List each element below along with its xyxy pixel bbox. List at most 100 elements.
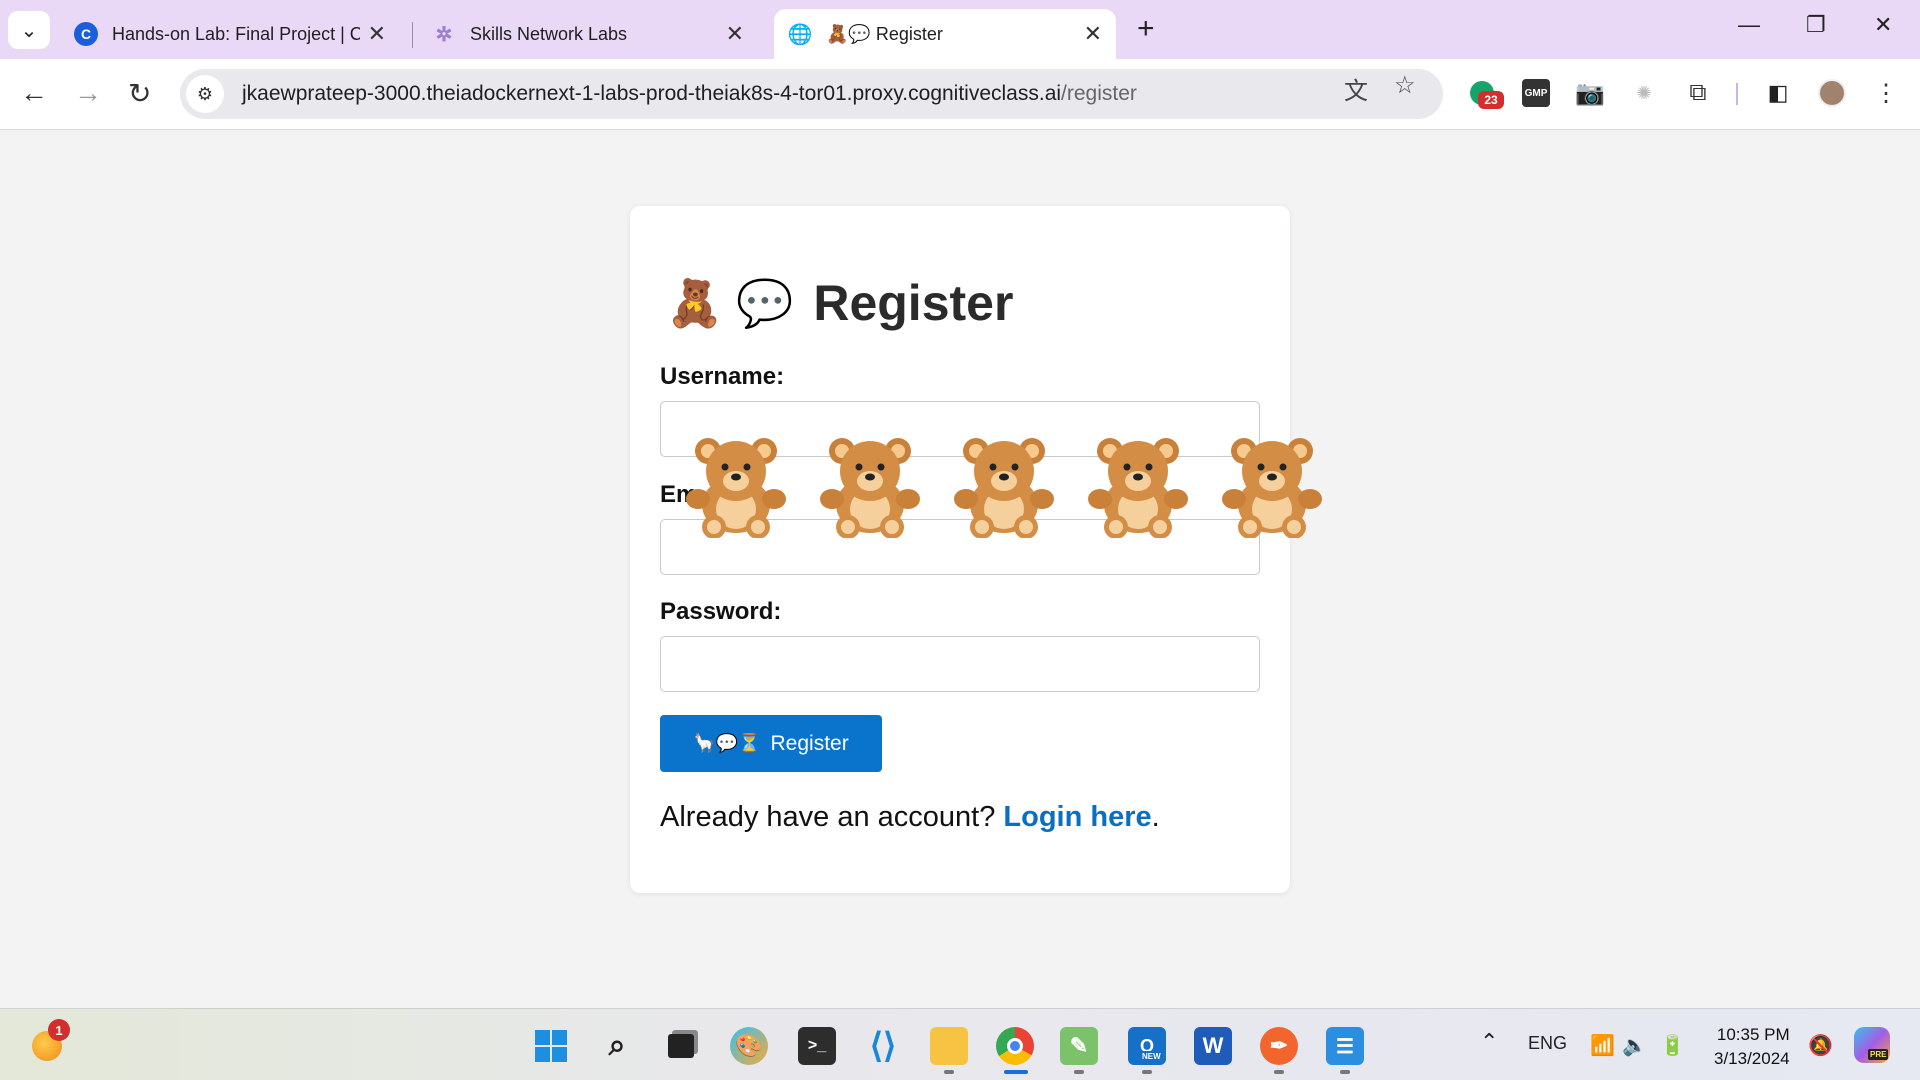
extensions-button[interactable]: ⧉	[1684, 79, 1712, 107]
taskbar-word[interactable]: W	[1194, 1027, 1232, 1065]
outlook-new-badge: NEW	[1140, 1051, 1163, 1062]
register-button-label: Register	[770, 731, 849, 755]
translate-button[interactable]: 文	[1344, 71, 1368, 106]
menu-button[interactable]: ⋮	[1872, 79, 1900, 107]
restore-button[interactable]: ❐	[1806, 12, 1826, 38]
start-button[interactable]	[532, 1027, 570, 1065]
site-info-button[interactable]: ⚙	[186, 75, 224, 113]
teddy-bear-icon	[686, 433, 786, 539]
minimize-icon: —	[1738, 12, 1760, 37]
task-view-button[interactable]	[662, 1027, 700, 1065]
search-button[interactable]: ⌕	[598, 1027, 636, 1065]
close-icon[interactable]: ✕	[368, 21, 386, 47]
close-icon[interactable]: ✕	[726, 21, 744, 47]
login-link[interactable]: Login here	[1003, 801, 1151, 833]
llama-chat-icon: 🦙💬⏳	[693, 733, 761, 753]
taskbar: 1 ⌕ 🎨 >_ ⟨⟩ ✎ O NEW W ✒ ☰ ⌃ ENG 📶 🔈 🔋 10…	[0, 1008, 1920, 1080]
weather-widget[interactable]: 1	[28, 1019, 70, 1065]
url-path: /register	[1061, 82, 1137, 105]
notification-bell-icon[interactable]: 🔕	[1808, 1033, 1833, 1058]
tab-register[interactable]: 🌐 🧸💬 Register ✕	[774, 9, 1116, 59]
tab-hands-on-lab[interactable]: C Hands-on Lab: Final Project | Co ✕	[60, 9, 400, 59]
pen-icon: ✒	[1269, 1033, 1289, 1058]
translate-icon: 文	[1344, 78, 1368, 105]
extension-openai[interactable]: ✺	[1630, 79, 1658, 107]
taskbar-vscode[interactable]: ⟨⟩	[864, 1027, 902, 1065]
star-icon: ☆	[1394, 72, 1416, 99]
page-heading: 🧸 💬 Register	[666, 274, 1013, 332]
running-indicator	[1274, 1070, 1284, 1074]
side-panel-button[interactable]: ◧	[1764, 79, 1792, 107]
taskbar-paint[interactable]: 🎨	[730, 1027, 768, 1065]
login-prompt-period: .	[1151, 801, 1160, 833]
register-card: 🧸 💬 Register Username: Em Password: 🦙💬⏳ …	[630, 206, 1290, 893]
clock[interactable]: 10:35 PM 3/13/2024	[1714, 1023, 1790, 1071]
toolbar-divider	[1736, 83, 1738, 105]
openai-icon: ✺	[1636, 82, 1652, 103]
restore-icon: ❐	[1806, 12, 1826, 37]
chevron-up-icon: ⌃	[1480, 1029, 1499, 1054]
puzzle-icon: ⧉	[1689, 79, 1707, 106]
tab-search-button[interactable]: ⌄	[8, 11, 50, 49]
extension-gmp[interactable]: GMP	[1522, 79, 1550, 107]
task-view-icon	[668, 1034, 694, 1058]
taskbar-chrome[interactable]	[996, 1027, 1034, 1065]
register-button[interactable]: 🦙💬⏳ Register	[660, 715, 882, 772]
tab-title: Hands-on Lab: Final Project | Co	[112, 23, 360, 44]
volume-icon[interactable]: 🔈	[1622, 1033, 1647, 1058]
url-text[interactable]: jkaewprateep-3000.theiadockernext-1-labs…	[242, 82, 1137, 106]
minimize-button[interactable]: —	[1738, 12, 1760, 38]
reload-button[interactable]: ↻	[128, 77, 151, 110]
close-icon: ✕	[1874, 12, 1893, 37]
teddy-bear-icon	[1088, 433, 1188, 539]
browser-toolbar: ← → ↻ ⚙ jkaewprateep-3000.theiadockernex…	[0, 59, 1920, 130]
address-bar[interactable]: ⚙ jkaewprateep-3000.theiadockernext-1-la…	[180, 69, 1443, 119]
more-vertical-icon: ⋮	[1874, 79, 1898, 107]
coursera-icon: C	[74, 22, 98, 46]
profile-button[interactable]	[1818, 79, 1846, 107]
page-title: Register	[813, 275, 1014, 331]
wifi-icon[interactable]: 📶	[1590, 1033, 1615, 1058]
language-indicator[interactable]: ENG	[1528, 1033, 1567, 1054]
forward-button[interactable]: →	[74, 77, 102, 109]
search-icon: ⌕	[608, 1029, 626, 1062]
taskbar-terminal[interactable]: >_	[798, 1027, 836, 1065]
back-button[interactable]: ←	[20, 77, 48, 109]
taskbar-notepad[interactable]: ☰	[1326, 1027, 1364, 1065]
close-icon[interactable]: ✕	[1084, 21, 1102, 47]
chrome-icon	[1007, 1038, 1023, 1054]
copilot-button[interactable]: PRE	[1854, 1027, 1890, 1063]
tab-title: 🧸💬 Register	[826, 23, 943, 44]
running-indicator	[1142, 1070, 1152, 1074]
taskbar-file-explorer[interactable]	[930, 1027, 968, 1065]
close-window-button[interactable]: ✕	[1874, 12, 1892, 38]
tab-skills-network[interactable]: ✲ Skills Network Labs ✕	[418, 9, 758, 59]
battery-icon[interactable]: 🔋	[1660, 1033, 1685, 1058]
chevron-down-icon: ⌄	[20, 19, 38, 42]
teddy-bear-icon	[1222, 433, 1322, 539]
extension-grammarly[interactable]: 23	[1468, 79, 1504, 109]
password-input[interactable]	[660, 636, 1260, 692]
copilot-pre-badge: PRE	[1868, 1049, 1889, 1060]
login-prompt: Already have an account? Login here.	[660, 801, 1160, 834]
clock-time: 10:35 PM	[1716, 1025, 1790, 1044]
bookmark-button[interactable]: ☆	[1394, 71, 1416, 100]
tray-overflow-button[interactable]: ⌃	[1480, 1029, 1498, 1055]
tab-bar: ⌄ C Hands-on Lab: Final Project | Co ✕ ✲…	[0, 0, 1920, 59]
password-label: Password:	[660, 598, 782, 625]
taskbar-outlook[interactable]: O NEW	[1128, 1027, 1166, 1065]
running-indicator	[1074, 1070, 1084, 1074]
terminal-icon: >_	[807, 1037, 827, 1054]
plus-icon: +	[1137, 12, 1155, 45]
new-tab-button[interactable]: +	[1137, 12, 1155, 46]
extension-screenshot[interactable]: 📷	[1575, 79, 1605, 107]
login-prompt-text: Already have an account?	[660, 801, 1004, 833]
taskbar-pen-app[interactable]: ✒	[1260, 1027, 1298, 1065]
running-indicator	[1340, 1070, 1350, 1074]
url-host: jkaewprateep-3000.theiadockernext-1-labs…	[242, 82, 1062, 105]
side-panel-icon: ◧	[1767, 80, 1789, 105]
username-label: Username:	[660, 363, 785, 390]
avatar	[1818, 79, 1846, 107]
teddy-chat-icon: 🧸 💬	[666, 276, 794, 329]
taskbar-image-editor[interactable]: ✎	[1060, 1027, 1098, 1065]
